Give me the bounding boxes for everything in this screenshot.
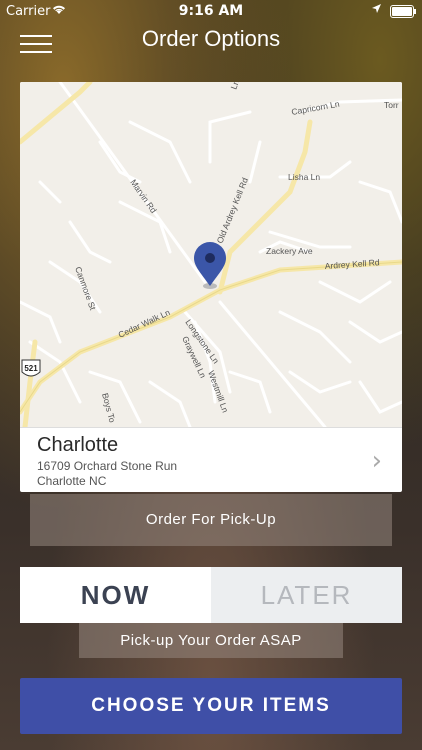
map-label-zackery: Zackery Ave [266, 246, 313, 256]
clock: 9:16 AM [178, 3, 244, 19]
highway-shield-icon: 521 [21, 359, 41, 377]
map-label-torr: Torr [384, 100, 399, 110]
status-bar: Carrier 9:16 AM [0, 0, 422, 22]
location-city: Charlotte NC [37, 474, 107, 488]
map-label-lisha: Lisha Ln [288, 172, 320, 182]
battery-icon [390, 5, 416, 18]
map-view[interactable]: Capricorn Ln Lisha Ln Marvin Rd Old Ardr… [20, 82, 402, 427]
pickup-asap-label: Pick-up Your Order ASAP [79, 623, 343, 658]
location-row[interactable]: Charlotte 16709 Orchard Stone Run Charlo… [20, 427, 402, 492]
location-card: Capricorn Ln Lisha Ln Marvin Rd Old Ardr… [20, 82, 402, 492]
time-toggle: NOW LATER [20, 567, 402, 623]
order-for-pickup-label[interactable]: Order For Pick-Up [30, 494, 392, 546]
nav-bar: Order Options [0, 24, 422, 60]
location-arrow-icon [371, 3, 382, 17]
toggle-now[interactable]: NOW [20, 567, 211, 623]
page-title: Order Options [141, 26, 281, 51]
highway-shield-label: 521 [24, 364, 38, 373]
chevron-right-icon: › [371, 446, 382, 476]
choose-items-button[interactable]: CHOOSE YOUR ITEMS [20, 678, 402, 734]
toggle-later[interactable]: LATER [211, 567, 402, 623]
location-address: 16709 Orchard Stone Run [37, 459, 178, 473]
location-name: Charlotte [37, 434, 119, 456]
